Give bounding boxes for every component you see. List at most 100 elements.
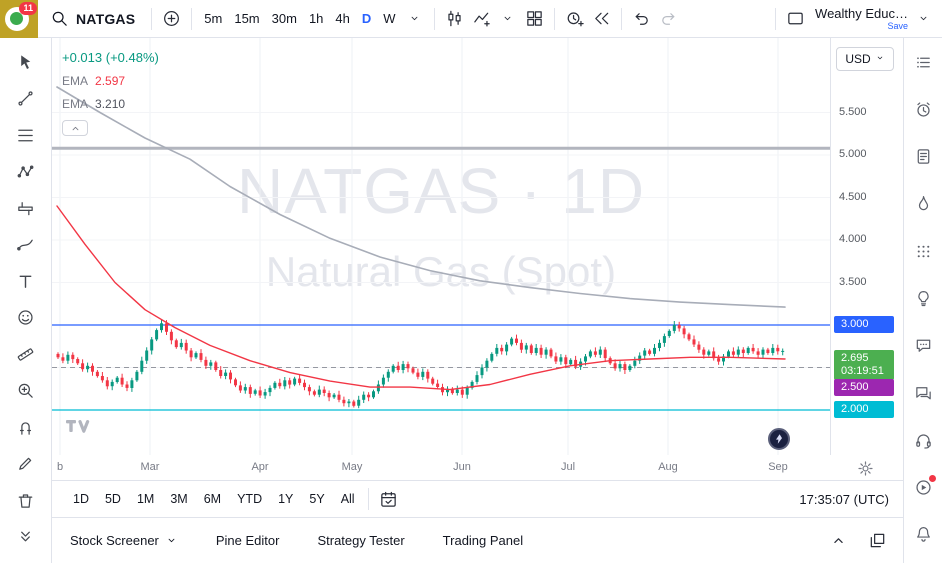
- range-6M[interactable]: 6M: [197, 486, 228, 512]
- price-tag-2.000: 2.000: [834, 401, 894, 418]
- chart-canvas[interactable]: [52, 38, 830, 455]
- panel-support[interactable]: [906, 426, 940, 454]
- toolbar-separator: [621, 8, 622, 30]
- goto-date-button[interactable]: [375, 485, 402, 513]
- tab-stock-screener[interactable]: Stock Screener: [70, 533, 178, 548]
- layout-title-wrap[interactable]: Wealthy Educ… Save: [815, 6, 908, 31]
- ema-slow-row[interactable]: EMA 3.210: [62, 97, 159, 111]
- toolbar-separator: [434, 8, 435, 30]
- timeframe-D[interactable]: D: [356, 5, 377, 33]
- tool-cursor[interactable]: [9, 48, 43, 76]
- month-label-Apr: Apr: [245, 461, 275, 473]
- timeframe-30m[interactable]: 30m: [266, 5, 303, 33]
- tab-label: Trading Panel: [443, 533, 523, 548]
- edit-icon: [16, 454, 35, 473]
- layout-manager-button[interactable]: [782, 5, 809, 33]
- tool-trash[interactable]: [9, 486, 43, 514]
- bottom-panel-buttons: [825, 518, 891, 563]
- chevron-down-icon: [408, 12, 421, 25]
- top-toolbar: 11 NATGAS 5m15m30m1h4hDW Wealthy Educ… S…: [0, 0, 942, 38]
- tool-position[interactable]: [9, 194, 43, 222]
- tool-brush[interactable]: [9, 231, 43, 259]
- tool-trend-line[interactable]: [9, 85, 43, 113]
- tool-ruler[interactable]: [9, 340, 43, 368]
- chart-settings-button[interactable]: [853, 456, 877, 480]
- timeframe-15m[interactable]: 15m: [228, 5, 265, 33]
- range-YTD[interactable]: YTD: [230, 486, 269, 512]
- panel-news[interactable]: [906, 143, 940, 171]
- clock[interactable]: 17:35:07 (UTC): [799, 492, 889, 507]
- toolbar-separator: [775, 8, 776, 30]
- tab-trading-panel[interactable]: Trading Panel: [443, 533, 523, 548]
- timeframe-menu-button[interactable]: [402, 5, 428, 33]
- tool-zoom[interactable]: [9, 377, 43, 405]
- range-5Y[interactable]: 5Y: [302, 486, 331, 512]
- tool-magnet[interactable]: [9, 413, 43, 441]
- timeframe-5m[interactable]: 5m: [198, 5, 228, 33]
- panel-ideas[interactable]: [906, 284, 940, 312]
- symbol-name: NATGAS: [76, 11, 135, 27]
- notification-badge: 11: [19, 2, 37, 15]
- tool-fib[interactable]: [9, 121, 43, 149]
- chevron-down-icon: [501, 12, 514, 25]
- panel-alerts[interactable]: [906, 95, 940, 123]
- month-label-May: May: [337, 461, 367, 473]
- time-axis[interactable]: bMarAprMayJunJulAugSep: [52, 455, 903, 481]
- tool-chevrons-down[interactable]: [9, 523, 43, 551]
- comments-icon: [914, 384, 933, 403]
- currency-toggle[interactable]: USD: [836, 47, 894, 71]
- timeframe-4h[interactable]: 4h: [329, 5, 355, 33]
- restore-icon: [868, 531, 887, 550]
- quick-order-button[interactable]: [768, 428, 790, 450]
- bar-replay-button[interactable]: [588, 5, 615, 33]
- chart-area[interactable]: NATGAS · 1D Natural Gas (Spot) +0.013 (+…: [52, 38, 830, 455]
- panel-hotlists[interactable]: [906, 190, 940, 218]
- panel-expand-button[interactable]: [825, 527, 852, 555]
- range-1M[interactable]: 1M: [130, 486, 161, 512]
- panel-maximize-button[interactable]: [864, 527, 891, 555]
- panel-chat[interactable]: [906, 332, 940, 360]
- create-alert-button[interactable]: [561, 5, 588, 33]
- legend-collapse-button[interactable]: [62, 120, 88, 136]
- undo-button[interactable]: [628, 5, 655, 33]
- chevrons-down-icon: [16, 527, 35, 546]
- tradingview-logo[interactable]: [66, 418, 92, 439]
- tool-emoji[interactable]: [9, 304, 43, 332]
- tool-edit[interactable]: [9, 450, 43, 478]
- indicators-button[interactable]: [468, 5, 495, 33]
- panel-streams[interactable]: [906, 474, 940, 502]
- tool-pattern[interactable]: [9, 158, 43, 186]
- app-logo[interactable]: 11: [0, 0, 38, 38]
- chart-type-button[interactable]: [441, 5, 468, 33]
- range-1D[interactable]: 1D: [66, 486, 96, 512]
- add-symbol-button[interactable]: [158, 5, 185, 33]
- range-1Y[interactable]: 1Y: [271, 486, 300, 512]
- candles-icon: [445, 9, 464, 28]
- layout-grid-button[interactable]: [521, 5, 548, 33]
- price-axis[interactable]: USD 5.5005.0004.5004.0003.5003.0002.6950…: [830, 38, 903, 455]
- save-button[interactable]: Save: [887, 21, 908, 31]
- panel-data-window[interactable]: [906, 237, 940, 265]
- bar-countdown: 03:19:51: [841, 365, 894, 378]
- panel-conversations[interactable]: [906, 379, 940, 407]
- layout-menu-button[interactable]: [910, 5, 936, 33]
- panel-watchlist[interactable]: [906, 48, 940, 76]
- ema-fast-row[interactable]: EMA 2.597: [62, 74, 159, 88]
- range-All[interactable]: All: [334, 486, 362, 512]
- fib-icon: [16, 126, 35, 145]
- tab-pine-editor[interactable]: Pine Editor: [216, 533, 280, 548]
- tool-text[interactable]: [9, 267, 43, 295]
- redo-button[interactable]: [655, 5, 682, 33]
- range-3M[interactable]: 3M: [163, 486, 194, 512]
- monitor-icon: [786, 9, 805, 28]
- panel-notifications[interactable]: [906, 521, 940, 549]
- price-tag-value: 2.000: [841, 403, 894, 416]
- symbol-search-button[interactable]: NATGAS: [38, 0, 145, 38]
- month-label-Aug: Aug: [653, 461, 683, 473]
- timeframe-W[interactable]: W: [377, 5, 401, 33]
- magnet-icon: [16, 418, 35, 437]
- indicators-menu-button[interactable]: [495, 5, 521, 33]
- timeframe-1h[interactable]: 1h: [303, 5, 329, 33]
- tab-strategy-tester[interactable]: Strategy Tester: [317, 533, 404, 548]
- range-5D[interactable]: 5D: [98, 486, 128, 512]
